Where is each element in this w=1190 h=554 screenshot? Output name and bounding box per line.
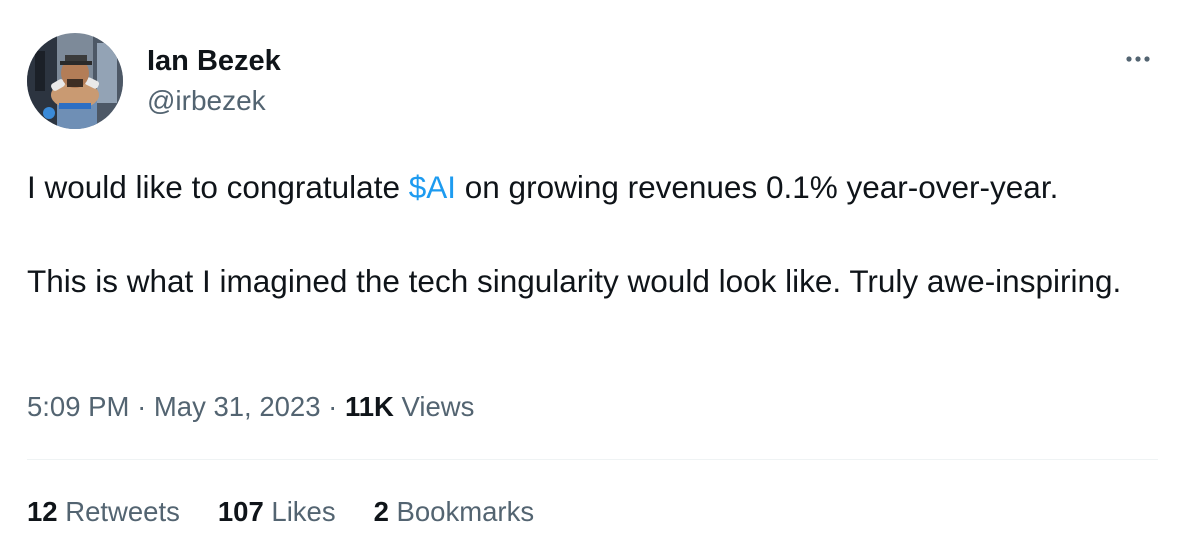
profile-photo-icon: [27, 33, 123, 129]
separator: ·: [137, 391, 147, 422]
retweets-label: Retweets: [65, 496, 180, 527]
views-count: 11K: [344, 391, 394, 422]
retweets-count: 12: [27, 496, 58, 527]
tweet-text-segment: I would like to congratulate: [27, 169, 409, 205]
display-name[interactable]: Ian Bezek: [147, 44, 281, 78]
avatar[interactable]: [27, 33, 123, 129]
bookmarks-count: 2: [373, 496, 389, 527]
cashtag-link[interactable]: $AI: [409, 169, 456, 205]
tweet-text: I would like to congratulate $AI on grow…: [27, 164, 1167, 305]
tweet-date: May 31, 2023: [153, 391, 321, 422]
bookmarks-label: Bookmarks: [396, 496, 535, 527]
likes-label: Likes: [271, 496, 336, 527]
likes-count: 107: [217, 496, 264, 527]
ellipsis-icon: [1126, 56, 1150, 62]
likes-stat[interactable]: 107 Likes: [218, 493, 336, 531]
user-handle[interactable]: @irbezek: [147, 84, 266, 118]
tweet-text-segment: on growing revenues 0.1% year-over-year.: [456, 169, 1059, 205]
bookmarks-stat[interactable]: 2 Bookmarks: [374, 493, 534, 531]
tweet-paragraph: I would like to congratulate $AI on grow…: [27, 164, 1167, 211]
tweet-paragraph: This is what I imagined the tech singula…: [27, 263, 1122, 299]
retweets-stat[interactable]: 12 Retweets: [27, 493, 180, 531]
timestamp-link[interactable]: 5:09 PM · May 31, 2023: [27, 391, 321, 422]
more-options-button[interactable]: [1118, 44, 1158, 74]
tweet-metadata: 5:09 PM · May 31, 2023 · 11K Views: [27, 388, 474, 426]
engagement-stats: 12 Retweets 107 Likes 2 Bookmarks: [27, 493, 534, 531]
divider: [27, 459, 1158, 460]
views-label: Views: [401, 391, 475, 422]
separator: ·: [328, 391, 338, 422]
tweet-time: 5:09 PM: [27, 391, 130, 422]
